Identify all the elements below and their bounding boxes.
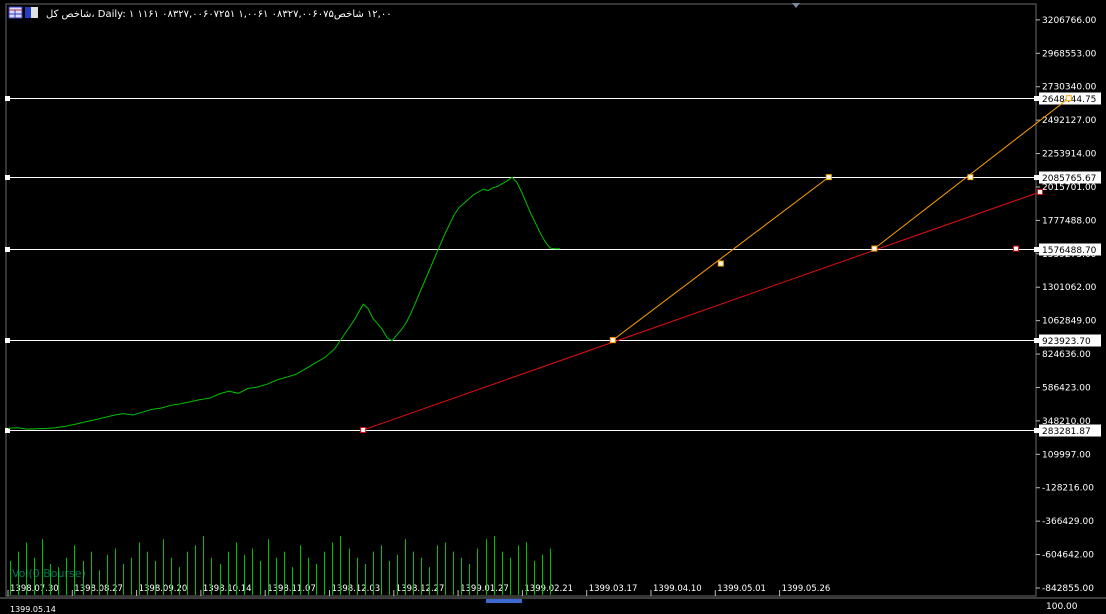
- scroll-marker-icon[interactable]: [792, 3, 800, 8]
- y-tick-label: 1062849.00: [1042, 317, 1097, 327]
- y-tick-label: 109997.00: [1042, 450, 1091, 460]
- y-tick-label: 2492127.00: [1042, 116, 1097, 126]
- x-tick-label: 1398.12.03: [332, 584, 381, 594]
- level-handle: [5, 175, 10, 180]
- y-tick-label: -366429.00: [1042, 517, 1094, 527]
- level-price-label: 2085765.67: [1042, 174, 1096, 184]
- projection-trend-line: [612, 176, 830, 341]
- chart-header: شاخص کل، Daily: ١١ ١۶٠٨٣٢٧,٠٠ ١۶٠٧٢۵١,٠٠…: [46, 9, 392, 20]
- level-price-label: 923923.70: [1042, 337, 1091, 347]
- trend-line-handle: [609, 337, 616, 344]
- trend-line-handle: [825, 174, 832, 181]
- corner-value: 100.00: [1046, 602, 1078, 612]
- trend-line-handle: [360, 427, 367, 434]
- trend-line-handle: [717, 260, 724, 267]
- y-tick-label: 586423.00: [1042, 383, 1091, 393]
- level-price-label: 283281.87: [1042, 427, 1091, 437]
- y-tick-label: 3206766.00: [1042, 16, 1097, 26]
- level-price-label: 1576488.70: [1042, 246, 1097, 256]
- level-handle: [5, 96, 10, 101]
- x-tick-label: 1399.04.10: [653, 584, 702, 594]
- x-tick-label: 1399.05.01: [717, 584, 766, 594]
- trend-line-handle: [871, 245, 878, 252]
- x-tick-label: 1399.01.27: [460, 584, 509, 594]
- x-tick-label: 1399.02.21: [524, 584, 573, 594]
- level-handle: [5, 247, 10, 252]
- price-series: [7, 176, 560, 430]
- flag-icon[interactable]: [25, 7, 38, 18]
- price-chart[interactable]: شاخص کل، Daily: ١١ ١۶٠٨٣٢٧,٠٠ ١۶٠٧٢۵١,٠٠…: [0, 0, 1106, 614]
- y-tick-label: -842855.00: [1042, 584, 1094, 594]
- y-tick-label: 824636.00: [1042, 350, 1091, 360]
- trend-line-handle: [1013, 245, 1019, 252]
- level-handle: [1034, 338, 1039, 343]
- y-tick-label: 1777488.00: [1042, 216, 1097, 226]
- support-trend-line: [363, 191, 1041, 431]
- scrollbar-thumb[interactable]: [486, 599, 522, 603]
- horizontal-levels[interactable]: 2648444.752085765.671576488.70923923.702…: [5, 92, 1101, 438]
- y-tick-label: 2015701.00: [1042, 183, 1097, 193]
- y-tick-label: 2253914.00: [1042, 150, 1097, 160]
- y-tick-label: 1301062.00: [1042, 283, 1097, 293]
- level-handle: [1034, 175, 1039, 180]
- volume-indicator-label: Vol(0 Bourse): [12, 567, 86, 580]
- table-icon[interactable]: [8, 6, 23, 19]
- x-tick-label: 1399.03.17: [589, 584, 638, 594]
- y-tick-label: 2968553.00: [1042, 49, 1097, 59]
- trend-line-handle: [967, 174, 974, 181]
- trend-line-handle: [1037, 188, 1043, 195]
- chart-window[interactable]: شاخص کل، Daily: ١١ ١۶٠٨٣٢٧,٠٠ ١۶٠٧٢۵١,٠٠…: [0, 0, 1106, 614]
- bottom-strip: 1399.05.14: [10, 605, 56, 614]
- y-tick-label: 2730340.00: [1042, 83, 1097, 93]
- level-handle: [1034, 96, 1039, 101]
- trend-line-handle: [1065, 95, 1072, 102]
- x-tick-label: 1399.05.26: [782, 584, 831, 594]
- level-handle: [1034, 428, 1039, 433]
- y-tick-label: -128216.00: [1042, 484, 1094, 494]
- plot-frame: [5, 3, 1037, 597]
- y-tick-label: -604642.00: [1042, 551, 1094, 561]
- trend-lines[interactable]: [360, 95, 1072, 434]
- level-handle: [5, 338, 10, 343]
- price-line: [7, 176, 560, 430]
- level-handle: [1034, 247, 1039, 252]
